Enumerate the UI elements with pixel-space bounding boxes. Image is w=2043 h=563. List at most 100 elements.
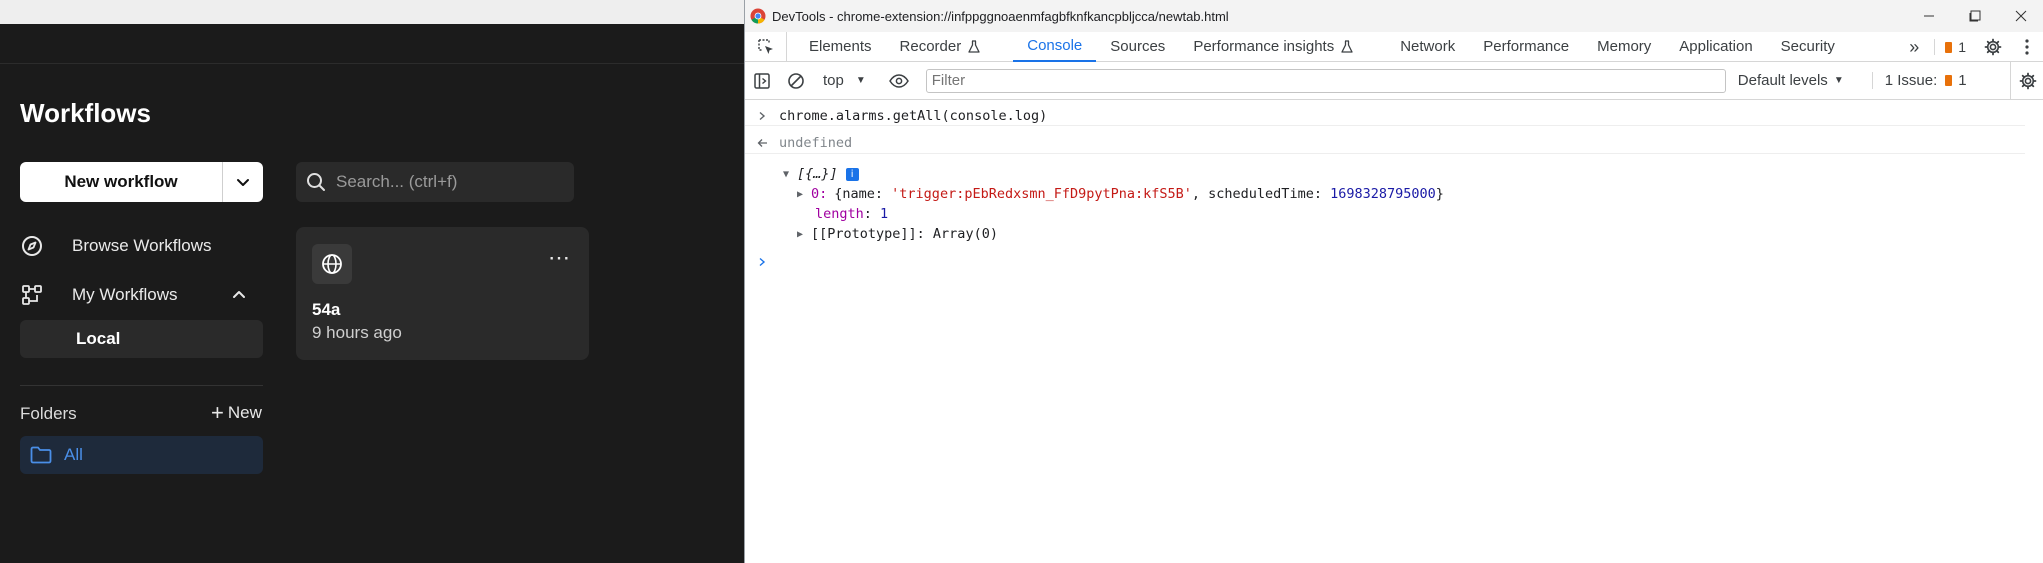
- array-summary-text: [{…}]: [797, 166, 838, 182]
- issues-badge[interactable]: 1: [1934, 39, 1976, 55]
- tabbar-right-controls: » 1: [1894, 32, 2043, 62]
- devtools-window-title: DevTools - chrome-extension://infppggnoa…: [772, 8, 1229, 24]
- length-key: length: [815, 206, 864, 222]
- more-options-icon[interactable]: ⋯: [548, 247, 571, 269]
- workflow-name: 54a: [312, 300, 341, 319]
- sidebar-item-my-workflows[interactable]: My Workflows: [20, 283, 263, 307]
- chevron-down-icon: [237, 179, 249, 186]
- console-result-text: undefined: [779, 134, 853, 151]
- console-filter-input[interactable]: [925, 68, 1726, 93]
- tab-label: Performance insights: [1193, 38, 1335, 55]
- new-folder-label: New: [227, 403, 262, 422]
- sidebar-item-local[interactable]: Local: [20, 320, 263, 358]
- tab-elements[interactable]: Elements: [795, 32, 886, 62]
- kebab-menu-icon[interactable]: [2010, 28, 2043, 66]
- log-levels-dropdown[interactable]: Default levels ▼: [1738, 72, 1844, 89]
- sidebar-item-label: Browse Workflows: [72, 236, 212, 255]
- issues-counter-value: 1: [1958, 72, 1967, 89]
- globe-icon: [312, 244, 352, 284]
- devtools-window: DevTools - chrome-extension://infppggnoa…: [744, 0, 2043, 563]
- item-time-value: 1698328795000: [1330, 186, 1436, 202]
- search-icon: [307, 173, 325, 191]
- clear-console-icon[interactable]: [779, 62, 813, 100]
- tab-sources[interactable]: Sources: [1096, 32, 1179, 62]
- folder-item-all[interactable]: All: [20, 436, 263, 474]
- length-colon: :: [863, 206, 881, 222]
- proto-key: [[Prototype]]: [811, 226, 917, 242]
- issue-flag-icon: [1945, 41, 1953, 53]
- item-index: 0:: [811, 186, 828, 202]
- chevron-right-icon: [745, 111, 779, 121]
- sidebar-item-label: My Workflows: [72, 285, 178, 304]
- workflows-app: Workflows New workflow Browse Workflows …: [0, 0, 744, 563]
- workflow-card[interactable]: ⋯ 54a 9 hours ago: [296, 227, 589, 360]
- return-arrow-icon: [745, 138, 779, 148]
- eye-icon[interactable]: [882, 62, 916, 100]
- workflow-timestamp: 9 hours ago: [312, 323, 402, 342]
- search-box: [296, 162, 574, 202]
- caret-down-icon: ▼: [1833, 75, 1844, 86]
- app-top-strip: [0, 0, 744, 24]
- context-selector-value: top: [823, 72, 844, 89]
- context-selector[interactable]: top ▼: [823, 72, 866, 89]
- item-mid: , scheduledTime:: [1191, 186, 1331, 202]
- sidebar-item-browse-workflows[interactable]: Browse Workflows: [20, 234, 212, 258]
- collapsed-triangle-icon: ▶: [797, 188, 804, 200]
- proto-value: : Array(0): [916, 226, 998, 242]
- more-tabs-icon[interactable]: »: [1894, 37, 1934, 58]
- plus-icon: +: [211, 400, 224, 425]
- info-icon[interactable]: i: [845, 167, 859, 181]
- console-array-prototype[interactable]: ▶ [[Prototype]] : Array(0): [797, 224, 2043, 244]
- item-open: {name:: [834, 186, 892, 202]
- prompt-chevron-icon: [745, 257, 779, 267]
- new-folder-button[interactable]: + New: [211, 400, 262, 425]
- tab-network[interactable]: Network: [1386, 32, 1469, 62]
- flask-icon: [968, 39, 980, 53]
- chevron-up-icon[interactable]: [231, 287, 247, 308]
- tab-memory[interactable]: Memory: [1583, 32, 1665, 62]
- console-array-summary[interactable]: ▼ [{…}] i: [783, 164, 2043, 184]
- tab-label: Recorder: [899, 38, 962, 55]
- sidebar-toggle-icon[interactable]: [745, 62, 779, 100]
- console-output: chrome.alarms.getAll(console.log) undefi…: [745, 100, 2043, 563]
- new-workflow-split-button: New workflow: [20, 162, 263, 202]
- issues-counter-label: 1 Issue:: [1884, 72, 1938, 89]
- minimize-icon[interactable]: [1906, 0, 1952, 32]
- folder-item-label: All: [64, 445, 83, 464]
- log-levels-value: Default levels: [1737, 72, 1828, 89]
- tab-recorder[interactable]: Recorder: [886, 32, 996, 62]
- inspect-element-icon[interactable]: [745, 31, 787, 62]
- item-close: }: [1435, 186, 1444, 202]
- tab-performance-insights[interactable]: Performance insights: [1179, 32, 1368, 62]
- console-command-text: chrome.alarms.getAll(console.log): [779, 107, 1048, 124]
- console-command-line: chrome.alarms.getAll(console.log): [745, 106, 2025, 126]
- compass-icon: [20, 234, 44, 258]
- flask-icon: [1341, 39, 1353, 53]
- folders-heading: Folders: [20, 404, 77, 423]
- caret-down-icon: ▼: [855, 75, 866, 86]
- issues-counter[interactable]: 1 Issue: 1: [1871, 72, 1967, 89]
- console-prompt[interactable]: [745, 252, 2025, 272]
- tab-performance[interactable]: Performance: [1469, 32, 1583, 62]
- console-toolbar: top ▼ Default levels ▼ 1 Issue: 1: [745, 62, 2043, 100]
- issue-flag-icon: [1945, 75, 1953, 86]
- console-result-line: undefined: [745, 132, 2025, 154]
- item-name-value: 'trigger:pEbRedxsmn_FfD9pytPna:kfS5B': [891, 186, 1192, 202]
- console-array-item[interactable]: ▶ 0: {name: 'trigger:pEbRedxsmn_FfD9pytP…: [797, 184, 2043, 204]
- expanded-triangle-icon: ▼: [783, 168, 790, 180]
- new-workflow-button[interactable]: New workflow: [20, 162, 223, 202]
- collapsed-triangle-icon: ▶: [797, 228, 804, 240]
- devtools-tabbar: Elements Recorder Console Sources Perfor…: [745, 31, 2043, 62]
- length-value: 1: [880, 206, 889, 222]
- tab-security[interactable]: Security: [1767, 32, 1849, 62]
- new-workflow-dropdown-button[interactable]: [223, 162, 263, 202]
- settings-gear-icon[interactable]: [1976, 28, 2010, 66]
- console-array-length: length : 1: [815, 204, 2043, 224]
- page-title: Workflows: [20, 98, 151, 128]
- console-settings-gear-icon[interactable]: [2010, 62, 2043, 100]
- tab-application[interactable]: Application: [1665, 32, 1766, 62]
- folder-icon: [30, 446, 52, 464]
- search-input[interactable]: [336, 172, 556, 192]
- flow-icon: [20, 283, 44, 307]
- tab-console[interactable]: Console: [1013, 32, 1097, 62]
